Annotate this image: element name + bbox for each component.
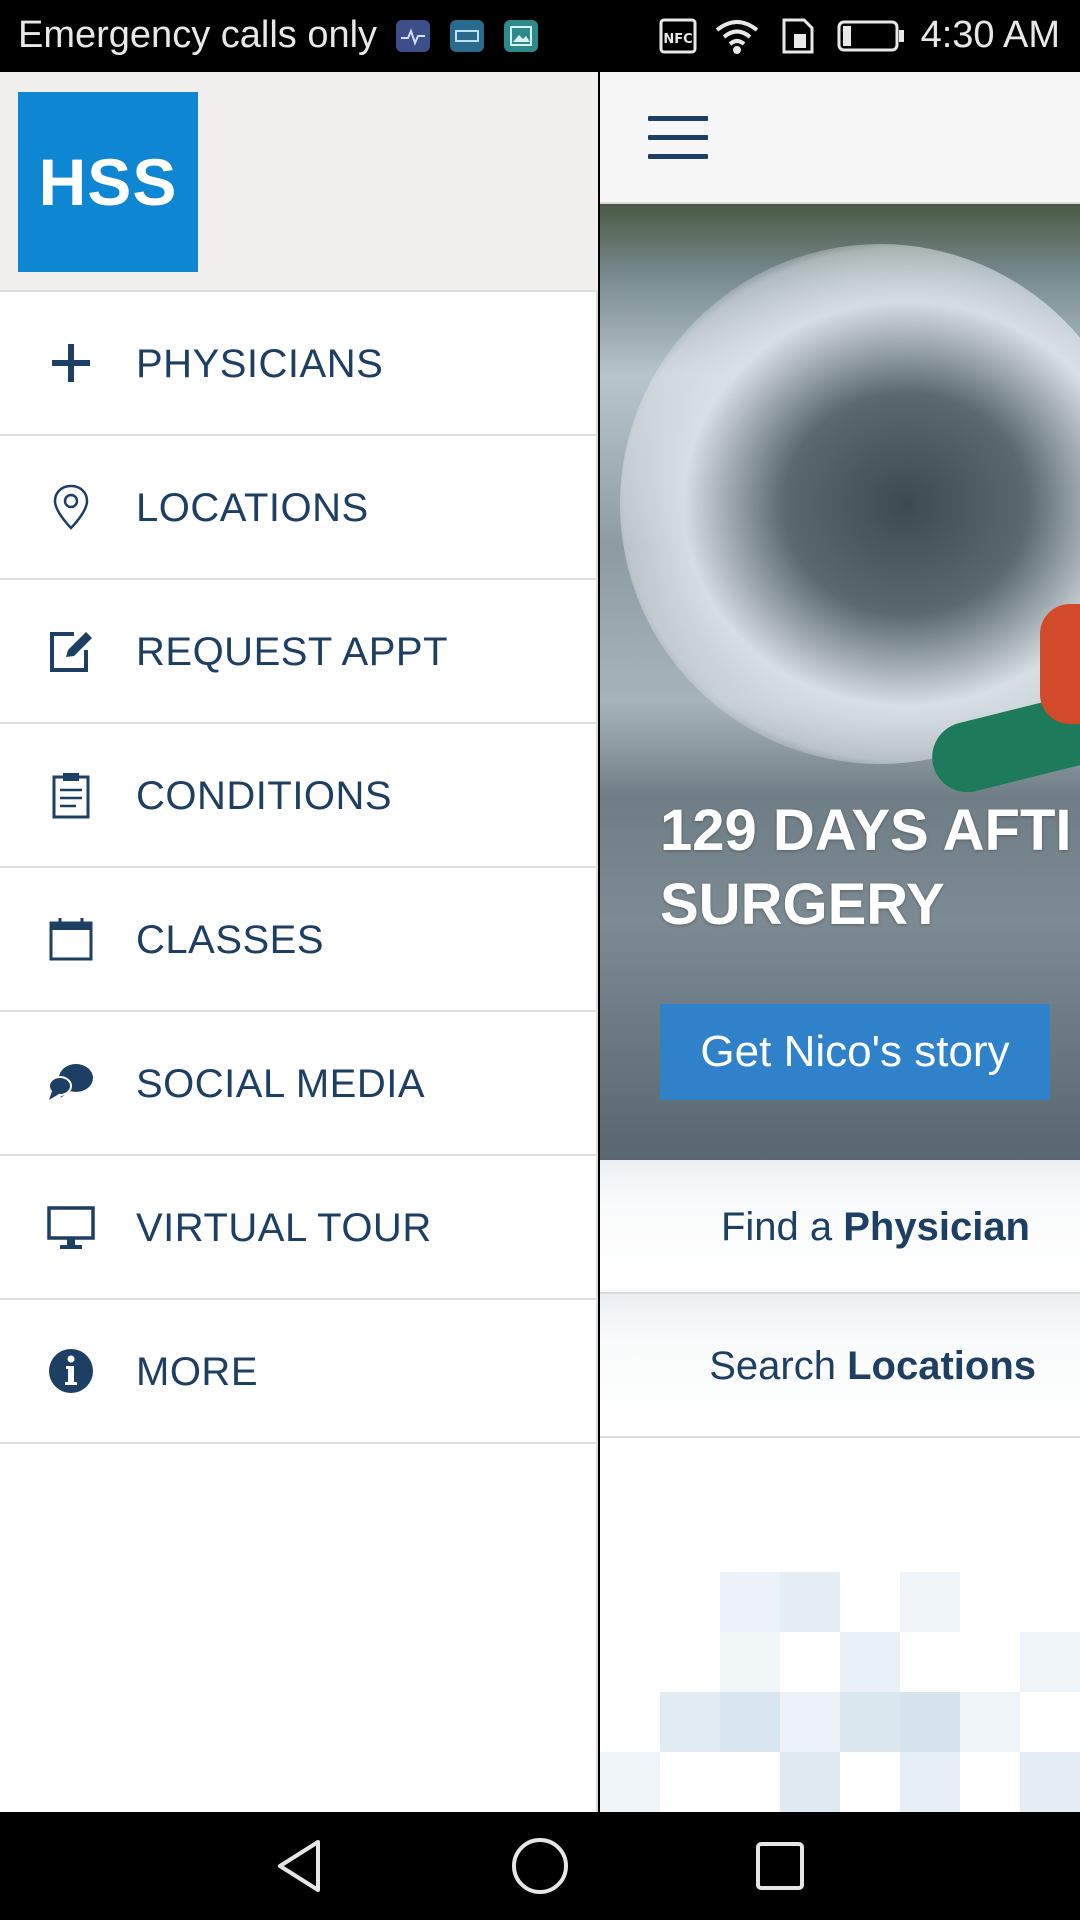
- nav-item-label: SOCIAL MEDIA: [136, 1062, 426, 1106]
- calendar-icon: [49, 918, 93, 961]
- quick-link-prefix: Search: [709, 1344, 848, 1388]
- edit-icon: [50, 632, 92, 672]
- hero-banner[interactable]: 129 DAYS AFTI SURGERY Get Nico's story: [600, 204, 1080, 1160]
- search-locations-link[interactable]: Search Locations: [600, 1294, 1080, 1438]
- chat-bubbles-icon: [48, 1064, 93, 1100]
- hero-image-spray: [620, 244, 1080, 764]
- clipboard-icon: [52, 773, 90, 819]
- nav-item-physicians[interactable]: PHYSICIANS: [0, 292, 598, 436]
- hss-logo: HSS: [18, 92, 198, 272]
- quick-link-prefix: Find a: [720, 1205, 844, 1249]
- main-content: 129 DAYS AFTI SURGERY Get Nico's story F…: [600, 72, 1080, 1812]
- nav-item-label: MORE: [136, 1350, 258, 1394]
- find-physician-link[interactable]: Find a Physician: [600, 1160, 1080, 1294]
- nav-item-locations[interactable]: LOCATIONS: [0, 436, 598, 580]
- clock: 4:30 AM: [920, 14, 1060, 56]
- nav-item-conditions[interactable]: CONDITIONS: [0, 724, 598, 868]
- home-icon[interactable]: [510, 1836, 570, 1896]
- nav-item-label: PHYSICIANS: [136, 342, 384, 386]
- nav-item-virtual-tour[interactable]: VIRTUAL TOUR: [0, 1156, 598, 1300]
- nav-item-label: LOCATIONS: [136, 486, 369, 530]
- get-story-button[interactable]: Get Nico's story: [660, 1004, 1050, 1100]
- hamburger-menu-icon[interactable]: [648, 116, 708, 160]
- app-top-bar: [600, 72, 1080, 204]
- recent-apps-icon[interactable]: [750, 1836, 810, 1896]
- hero-image-athlete: [1040, 604, 1080, 724]
- nav-item-social-media[interactable]: SOCIAL MEDIA: [0, 1012, 598, 1156]
- carrier-status: Emergency calls only: [18, 14, 378, 56]
- nav-item-label: VIRTUAL TOUR: [136, 1206, 432, 1250]
- quick-link-emphasis: Locations: [847, 1344, 1036, 1388]
- emui-app-icon: [450, 20, 484, 52]
- plus-icon: [52, 344, 90, 382]
- nav-item-label: CONDITIONS: [136, 774, 393, 818]
- nav-item-more[interactable]: MORE: [0, 1300, 598, 1444]
- info-icon: [49, 1349, 93, 1393]
- status-bar: Emergency calls only NFC 4:30 AM: [0, 0, 1080, 72]
- gallery-app-icon: [504, 20, 538, 52]
- battery-icon: [837, 20, 904, 52]
- back-icon[interactable]: [270, 1836, 330, 1896]
- nav-item-label: REQUEST APPT: [136, 630, 449, 674]
- quick-link-emphasis: Physician: [843, 1205, 1030, 1249]
- monitor-icon: [47, 1206, 95, 1249]
- decorative-pixel-pattern: [600, 1572, 1080, 1812]
- nav-item-request-appt[interactable]: REQUEST APPT: [0, 580, 598, 724]
- nav-item-label: CLASSES: [136, 918, 325, 962]
- nfc-icon: NFC: [659, 18, 697, 54]
- svg-text:NFC: NFC: [663, 32, 692, 47]
- map-pin-icon: [53, 484, 89, 530]
- health-app-icon: [396, 20, 430, 52]
- navigation-drawer: HSS PHYSICIANS LOCATIONS REQUEST APPT CO…: [0, 72, 598, 1812]
- drawer-header: HSS: [0, 72, 598, 292]
- system-navigation-bar: [0, 1812, 1080, 1920]
- wifi-icon: [715, 20, 759, 54]
- nav-item-classes[interactable]: CLASSES: [0, 868, 598, 1012]
- sim-icon: [782, 18, 814, 54]
- hero-headline: 129 DAYS AFTI SURGERY: [660, 798, 1072, 937]
